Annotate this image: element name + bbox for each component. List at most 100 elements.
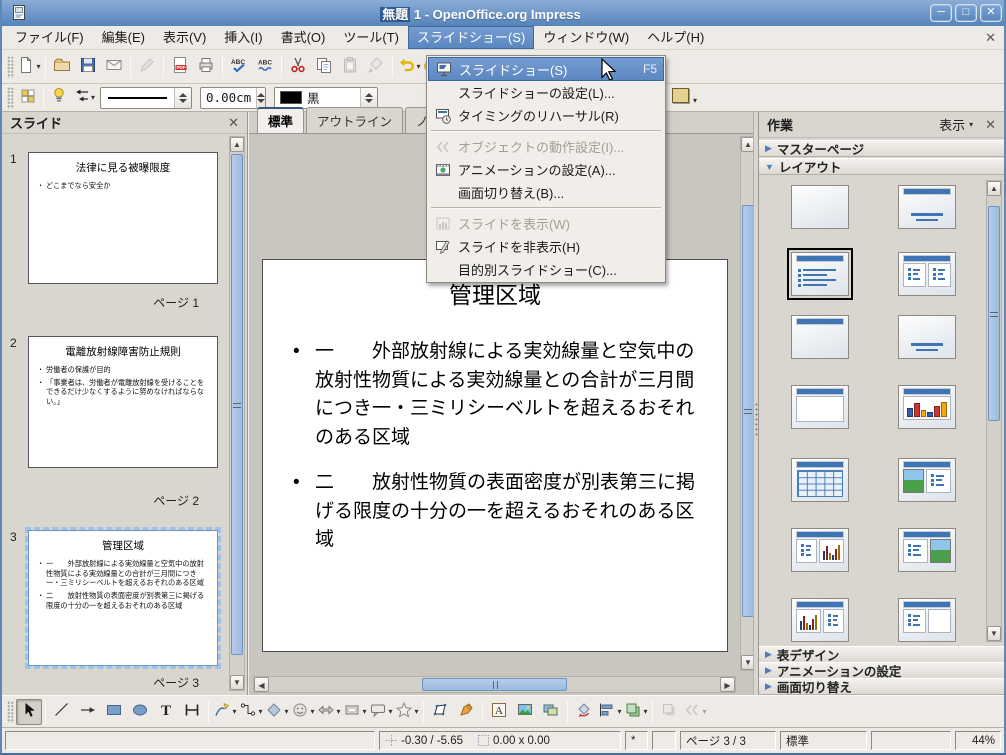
layouts-scrollbar[interactable]: ▲ ▼: [986, 180, 1002, 642]
slides-scrollbar-thumb[interactable]: [231, 154, 243, 655]
close-button[interactable]: ✕: [980, 4, 1002, 22]
copy-button[interactable]: [311, 54, 337, 80]
menu-item[interactable]: ウィンドウ(W): [534, 26, 638, 49]
from-file-button[interactable]: [512, 699, 538, 725]
flowchart-button[interactable]: ▾: [342, 699, 368, 725]
menu-item[interactable]: スライドショーの設定(L)...: [428, 81, 664, 104]
menu-item[interactable]: 書式(O): [272, 26, 335, 49]
glue-points-button[interactable]: [453, 699, 479, 725]
layout-thumbnail-title-chart-text[interactable]: [791, 598, 849, 642]
chevron-down-icon[interactable]: ▾: [258, 707, 262, 716]
menu-item[interactable]: ツール(T): [334, 26, 408, 49]
chevron-down-icon[interactable]: ▾: [643, 707, 647, 716]
menu-item[interactable]: ファイル(F): [6, 26, 93, 49]
layouts-scrollbar-thumb[interactable]: [988, 206, 1000, 421]
gallery-button[interactable]: [538, 699, 564, 725]
fontwork-button[interactable]: A: [486, 699, 512, 725]
line-width-spinner[interactable]: [256, 88, 265, 108]
tasks-pane-close-icon[interactable]: ✕: [985, 117, 996, 133]
chevron-down-icon[interactable]: ▾: [336, 707, 340, 716]
slide-body-text[interactable]: 一 外部放射線による実効線量と空気中の放射性物質による実効線量との合計が三月間に…: [285, 338, 709, 555]
edit-file-button[interactable]: [134, 54, 160, 80]
scroll-right-icon[interactable]: ▶: [720, 677, 735, 692]
chevron-down-icon[interactable]: ▾: [310, 707, 314, 716]
paste-button[interactable]: [337, 54, 363, 80]
export-pdf-button[interactable]: PDF: [167, 54, 193, 80]
menu-item[interactable]: スライドショー(S)F5: [428, 57, 664, 81]
layout-thumbnail-title-text-clipart[interactable]: [898, 528, 956, 572]
tab-normal[interactable]: 標準: [257, 107, 304, 133]
scroll-up-icon[interactable]: ▲: [987, 181, 1001, 196]
undo-button[interactable]: ▾: [396, 54, 422, 80]
menu-item[interactable]: タイミングのリハーサル(R): [428, 104, 664, 127]
line-style-select[interactable]: [100, 87, 192, 109]
curve-button[interactable]: ▾: [212, 699, 238, 725]
chevron-down-icon[interactable]: ▾: [416, 62, 420, 71]
chevron-down-icon[interactable]: ▾: [388, 707, 392, 716]
scroll-down-icon[interactable]: ▼: [987, 626, 1001, 641]
save-button[interactable]: [75, 54, 101, 80]
chevron-down-icon[interactable]: ▾: [702, 707, 706, 716]
layout-thumbnail-title-only[interactable]: [791, 315, 849, 359]
arrow-style-button[interactable]: ▾: [71, 87, 96, 109]
chevron-down-icon[interactable]: ▾: [232, 707, 236, 716]
toolbar-grip[interactable]: [7, 56, 14, 78]
basic-shapes-button[interactable]: ▾: [264, 699, 290, 725]
slide-thumbnail[interactable]: 電離放射線障害防止規則労働者の保護が目的「事業者は、労働者が電離放射線を受けるこ…: [28, 336, 218, 468]
text-frame-button[interactable]: [179, 699, 205, 725]
layout-thumbnail-title-slide[interactable]: [898, 185, 956, 229]
layout-thumbnail-title-two-content[interactable]: [898, 252, 956, 296]
open-button[interactable]: [49, 54, 75, 80]
layout-thumbnail-centered-text[interactable]: [898, 315, 956, 359]
tab-outline[interactable]: アウトライン: [306, 107, 403, 133]
new-document-button[interactable]: ▾: [16, 54, 42, 80]
spellcheck-button[interactable]: ABC: [226, 54, 252, 80]
maximize-button[interactable]: □: [955, 4, 977, 22]
menu-item[interactable]: 挿入(I): [215, 26, 271, 49]
menu-item[interactable]: 目的別スライドショー(C)...: [428, 258, 664, 281]
print-button[interactable]: [193, 54, 219, 80]
scroll-down-icon[interactable]: ▼: [230, 675, 244, 690]
chevron-down-icon[interactable]: ▾: [36, 62, 40, 71]
line-dialog-button[interactable]: [47, 87, 71, 109]
arrange-button[interactable]: ▾: [623, 699, 649, 725]
select-button[interactable]: [16, 699, 42, 725]
format-paintbrush-button[interactable]: [363, 54, 389, 80]
section-master-pages[interactable]: ▶マスターページ: [759, 140, 1004, 157]
section-layouts[interactable]: ▼レイアウト: [759, 158, 1004, 175]
menu-item[interactable]: 表示(V): [154, 26, 215, 49]
scroll-up-icon[interactable]: ▲: [230, 137, 244, 152]
interaction-button[interactable]: ▾: [682, 699, 708, 725]
layout-thumbnail-title-over-content[interactable]: [791, 385, 849, 429]
connector-button[interactable]: ▾: [238, 699, 264, 725]
chevron-down-icon[interactable]: ▾: [362, 707, 366, 716]
chevron-down-icon[interactable]: ▾: [414, 707, 418, 716]
slide-thumbnail[interactable]: 管理区域一 外部放射線による実効線量と空気中の放射性物質による実効線量との合計が…: [28, 530, 218, 666]
edit-points-button[interactable]: [427, 699, 453, 725]
toolbar-grip[interactable]: [7, 701, 14, 723]
scroll-left-icon[interactable]: ◀: [254, 677, 269, 692]
alignment-button[interactable]: ▾: [597, 699, 623, 725]
menu-item[interactable]: ヘルプ(H): [638, 26, 713, 49]
stars-button[interactable]: ▾: [394, 699, 420, 725]
menu-item[interactable]: スライドショー(S): [408, 26, 534, 49]
block-arrows-button[interactable]: ▾: [316, 699, 342, 725]
table-grid-button[interactable]: [16, 87, 40, 109]
cut-button[interactable]: [285, 54, 311, 80]
layout-thumbnail-title-chart[interactable]: [898, 385, 956, 429]
layout-thumbnail-blank[interactable]: [791, 185, 849, 229]
horizontal-scrollbar[interactable]: ◀ ▶: [253, 676, 736, 693]
slide-canvas[interactable]: 管理区域 一 外部放射線による実効線量と空気中の放射性物質による実効線量との合計…: [262, 259, 728, 652]
layout-thumbnail-title-table[interactable]: [791, 458, 849, 502]
slides-scrollbar[interactable]: ▲ ▼: [229, 136, 245, 691]
chevron-down-icon[interactable]: ▾: [284, 707, 288, 716]
line-style-spinner[interactable]: [174, 88, 191, 108]
layout-thumbnail-title-content[interactable]: [791, 252, 849, 296]
toolbar-grip[interactable]: [7, 87, 14, 109]
menu-item[interactable]: スライドを非表示(H): [428, 235, 664, 258]
auto-spellcheck-button[interactable]: ABC: [252, 54, 278, 80]
ellipse-button[interactable]: [127, 699, 153, 725]
layout-thumbnail-title-clipart-text[interactable]: [898, 458, 956, 502]
chevron-down-icon[interactable]: ▾: [693, 96, 697, 105]
slide-thumbnail[interactable]: 法律に見る被曝限度どこまでなら安全か: [28, 152, 218, 284]
